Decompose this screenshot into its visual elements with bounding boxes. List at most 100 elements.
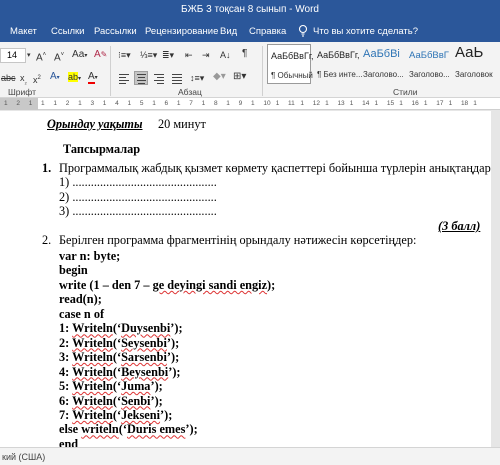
code-token-misspelled: Writeln [72,393,113,408]
code-token: case n of [59,306,105,321]
code-token: (‘ [118,422,127,437]
ruler-tick: 1 [399,100,403,107]
code-line: case n of [59,307,104,322]
group-label-styles: Стили [393,87,418,97]
code-token: 6: [59,393,73,408]
tab-layout[interactable]: Макет [10,26,37,37]
code-token: 7: [59,407,73,422]
superscript-icon[interactable]: x2 [33,72,41,86]
code-token: ’); [166,335,180,350]
align-center-icon[interactable] [134,71,148,85]
answer-blank-2: 2) .....................................… [59,190,217,204]
decrease-indent-icon[interactable]: ⇤ [185,49,193,61]
vertical-scrollbar[interactable] [491,111,500,447]
ruler-tick: 9 [238,100,243,107]
code-token: ’); [185,422,198,437]
language-status[interactable]: кий (США) [2,452,45,462]
numbering-icon[interactable]: ⅓≡▾ [140,49,157,61]
font-size-dropdown-icon[interactable]: ▾ [27,50,31,62]
divider [262,46,263,96]
ruler-tick: 1 [448,100,453,107]
lightbulb-icon [298,24,308,37]
ribbon-tabs: Макет Ссылки Рассылки Рецензирование Вид… [0,21,500,42]
line-spacing-icon[interactable]: ↕≡▾ [190,72,204,84]
highlight-icon[interactable]: ab▾ [68,71,81,85]
ruler-tick: 16 [411,100,419,107]
ruler-tick: 13 [337,100,345,107]
code-token: var n: byte; [59,249,121,263]
style-normal[interactable]: АаБбВвГг, ¶ Обычный [267,44,314,84]
ribbon: 14 ▾ A˄ A˅ Аа▾ A✎ abc x₂ x2 A▾ ab▾ A▾ Шр… [0,42,500,98]
code-token-misspelled: Beysenbi [121,364,169,379]
horizontal-ruler[interactable]: 1 2 1 1 1 2 1 3 1 4 1 5 1 6 1 7 1 8 1 9 1 10 1 11 1 12 1 13 1 14 1 15 1 1… [0,98,500,110]
sort-icon[interactable]: A↓ [220,49,231,61]
code-token-misspelled: Duris emes [126,422,186,437]
ruler-tick: 4 [115,100,119,107]
tab-mailings[interactable]: Рассылки [94,26,137,37]
code-line: write (1 – den 7 – ge deyingi sandi engi… [59,278,275,293]
code-token: 5: [59,379,73,394]
change-case-icon[interactable]: Аа▾ [72,49,87,62]
ruler-tick: 6 [164,100,169,107]
ruler-tick: 1 [102,100,107,107]
tell-me-search[interactable]: Что вы хотите сделать? [313,26,418,37]
code-token-misspelled: Writeln [72,350,113,365]
clear-formatting-icon[interactable]: A✎ [94,49,107,61]
shading-icon[interactable]: ◆▾ [213,71,226,83]
borders-icon[interactable]: ⊞▾ [233,71,246,83]
code-token-misspelled: Seysenbi [121,335,167,350]
style-heading-2[interactable]: АаБбВвГ Заголово... [406,44,450,84]
bullets-icon[interactable]: ⁝≡▾ [118,49,131,61]
document-page[interactable]: Орындау уақыты 20 минут Тапсырмалар 1. П… [0,111,491,447]
tasks-heading: Тапсырмалар [63,142,141,156]
show-formatting-icon[interactable]: ¶ [242,48,247,60]
code-token: ’); [150,379,163,394]
tab-help[interactable]: Справка [249,26,286,37]
code-token: ’); [150,393,163,408]
code-line: 3: Writeln(‘Sarsenbi’); [59,350,179,365]
question-1-text: Программалық жабдық қызмет көрмету қаспе… [59,161,491,175]
font-size-box[interactable]: 14 [0,48,26,63]
answer-blank-3: 3) .....................................… [59,204,217,218]
align-left-icon[interactable] [117,71,131,85]
code-token-misspelled: Writeln [72,407,113,422]
divider [110,46,111,96]
ruler-tick: 10 [263,100,271,107]
code-token: (‘ [112,335,122,350]
increase-indent-icon[interactable]: ⇥ [202,49,210,61]
code-line: 6: Writeln(‘Senbi’); [59,394,163,409]
style-title[interactable]: АаЬ Заголовок [452,44,500,84]
text-effects-icon[interactable]: A▾ [50,71,60,84]
code-line: 2: Writeln(‘Seysenbi’); [59,336,179,351]
tab-review[interactable]: Рецензирование [145,26,218,37]
code-line: var n: byte; [59,249,120,264]
question-1-score: (3 балл) [438,219,481,233]
code-token-misspelled: Writeln [72,379,113,394]
title-bar: БЖБ 3 тоқсан 8 сынып - Word [0,0,500,21]
justify-icon[interactable] [170,71,184,85]
window-title: БЖБ 3 тоқсан 8 сынып - Word [181,4,319,15]
shrink-font-icon[interactable]: A˅ [54,49,64,64]
code-token-misspelled: Writeln [72,364,113,379]
font-color-icon[interactable]: A▾ [88,71,98,84]
code-line: 5: Writeln(‘Juma’); [59,379,163,394]
code-token: (‘ [112,407,122,422]
tab-view[interactable]: Вид [220,26,237,37]
code-line: end [59,437,78,447]
grow-font-icon[interactable]: A˄ [36,49,46,64]
strikethrough-icon[interactable]: abc [1,72,16,84]
ruler-tick: 1 [78,100,82,107]
align-right-icon[interactable] [152,71,166,85]
code-token: (‘ [112,364,122,379]
style-heading-1[interactable]: АаБбВі Заголово... [360,44,404,84]
tab-references[interactable]: Ссылки [51,26,84,37]
code-token: 1: [59,321,73,336]
style-no-spacing[interactable]: АаБбВвГг, ¶ Без инте... [314,44,363,84]
question-2-text: Берілген программа фрагментінің орындалу… [59,233,417,247]
code-token: ); [267,277,276,292]
multilevel-list-icon[interactable]: ≣▾ [162,49,174,61]
code-token: end [59,436,79,447]
code-token: ’); [166,350,180,365]
code-line: else writeln(‘Duris emes’); [59,422,198,437]
time-label: Орындау уақыты [47,117,143,131]
